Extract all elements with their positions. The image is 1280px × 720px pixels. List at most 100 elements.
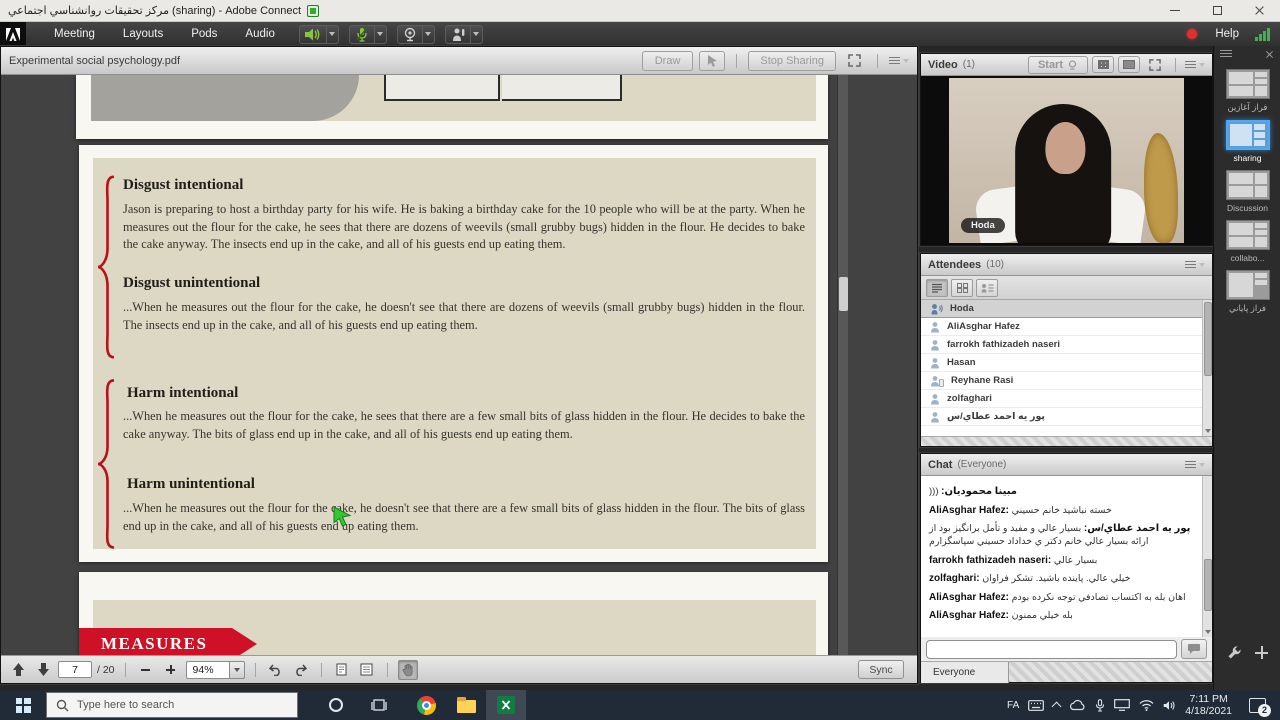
zoom-level-value[interactable]: 94%	[186, 661, 230, 679]
wifi-icon[interactable]	[1139, 700, 1154, 711]
zoom-in-button[interactable]	[161, 660, 181, 680]
taskbar-clock[interactable]: 7:11 PM 4/18/2021	[1185, 693, 1232, 717]
layout-item-collaboration[interactable]: collabo...	[1214, 220, 1280, 263]
redo-icon	[294, 664, 307, 676]
attendee-row[interactable]: farrokh fathizadeh naseri	[921, 336, 1212, 354]
onedrive-icon[interactable]	[1069, 699, 1086, 711]
webcam-video: Hoda	[949, 78, 1184, 243]
volume-icon[interactable]	[1163, 700, 1176, 711]
chat-pod-menu-button[interactable]	[1185, 461, 1205, 468]
start-button[interactable]	[0, 690, 46, 720]
chrome-taskbar-button[interactable]	[406, 690, 446, 720]
filmstrip-view-button[interactable]	[1118, 56, 1140, 73]
raise-hand-dropdown[interactable]	[471, 25, 483, 44]
tray-microphone-icon[interactable]	[1095, 699, 1105, 712]
webcam-button[interactable]	[397, 25, 423, 44]
next-page-button[interactable]	[33, 660, 53, 680]
rotate-right-button[interactable]	[291, 660, 311, 680]
close-button[interactable]	[1238, 0, 1280, 22]
zoom-dropdown[interactable]	[230, 661, 245, 679]
speaker-button[interactable]	[299, 25, 327, 44]
attendee-row[interactable]: AliAsghar Hafez	[921, 318, 1212, 336]
start-webcam-button[interactable]: Start	[1028, 56, 1088, 74]
attendee-row[interactable]: Hoda	[921, 300, 1212, 318]
add-layout-icon[interactable]	[1255, 646, 1268, 659]
grid-view-button[interactable]	[1092, 56, 1114, 73]
layout-item-discussion[interactable]: Discussion	[1214, 170, 1280, 213]
pointer-button[interactable]	[699, 51, 725, 71]
menu-layouts[interactable]: Layouts	[109, 28, 177, 40]
menu-help[interactable]: Help	[1215, 28, 1239, 40]
video-feed[interactable]: Hoda	[921, 76, 1212, 245]
previous-page-button[interactable]	[8, 660, 28, 680]
attendees-scrollbar-thumb[interactable]	[1204, 302, 1212, 376]
scroll-down-arrow[interactable]	[1205, 630, 1211, 634]
chat-scrollbar-thumb[interactable]	[1204, 559, 1212, 611]
speaker-dropdown[interactable]	[327, 25, 339, 44]
app-icon	[307, 5, 319, 17]
single-page-view-button[interactable]	[332, 660, 352, 680]
stop-sharing-button[interactable]: Stop Sharing	[748, 51, 836, 71]
page-number-input[interactable]	[58, 661, 92, 678]
microphone-dropdown[interactable]	[375, 25, 387, 44]
pan-tool-button[interactable]	[398, 660, 418, 680]
fullscreen-button[interactable]	[842, 51, 866, 71]
taskbar-search[interactable]: Type here to search	[46, 692, 298, 718]
document-scrollbar[interactable]	[837, 75, 848, 657]
layout-item-opening[interactable]: فراز آغازين	[1214, 69, 1280, 113]
scroll-down-arrow[interactable]	[1205, 429, 1211, 433]
attendee-status-view-button[interactable]	[976, 279, 998, 297]
tab-everyone[interactable]: Everyone	[921, 662, 1009, 683]
participant-icon	[930, 393, 940, 405]
connection-status-icon[interactable]	[1255, 28, 1270, 41]
cortana-button[interactable]	[314, 690, 358, 720]
video-fullscreen-button[interactable]	[1144, 56, 1166, 73]
attendee-row[interactable]: پور يه احمد عطاي/س	[921, 408, 1212, 426]
layout-item-sharing[interactable]: sharing	[1214, 120, 1280, 163]
raise-hand-button[interactable]	[445, 25, 471, 44]
document-scrollbar-thumb[interactable]	[839, 277, 848, 311]
sync-button[interactable]: Sync	[858, 660, 904, 679]
layout-item-closing[interactable]: فراز پاياني	[1214, 270, 1280, 314]
video-pod-menu-button[interactable]	[1185, 61, 1205, 68]
display-cast-icon[interactable]	[1114, 699, 1130, 711]
file-explorer-taskbar-button[interactable]	[446, 690, 486, 720]
share-pod-menu-button[interactable]	[889, 57, 909, 64]
attendees-resize-handle[interactable]	[921, 436, 1212, 446]
attendee-list-view-button[interactable]	[926, 279, 948, 297]
wrench-icon[interactable]	[1227, 645, 1242, 660]
menu-meeting[interactable]: Meeting	[40, 28, 109, 40]
page-width-view-button[interactable]	[357, 660, 377, 680]
maximize-button[interactable]	[1196, 0, 1238, 22]
webcam-dropdown[interactable]	[423, 25, 435, 44]
chat-input[interactable]	[926, 640, 1177, 659]
rotate-left-button[interactable]	[266, 660, 286, 680]
language-indicator[interactable]: FA	[1007, 700, 1019, 711]
windows-taskbar: Type here to search FA 7:11 PM 4/18/2021…	[0, 690, 1280, 720]
raise-hand-icon	[450, 27, 466, 42]
microphone-button[interactable]	[349, 25, 375, 44]
chat-scrollbar[interactable]	[1202, 476, 1212, 637]
attendee-row[interactable]: zolfaghari	[921, 390, 1212, 408]
document-view[interactable]: Disgust intentional Jason is preparing t…	[1, 75, 917, 657]
layouts-menu-icon[interactable]	[1220, 50, 1232, 58]
attendee-row[interactable]: Hasan	[921, 354, 1212, 372]
down-arrow-icon	[38, 663, 49, 676]
layouts-close-icon[interactable]	[1265, 50, 1274, 59]
menu-audio[interactable]: Audio	[231, 28, 288, 40]
attendees-scrollbar[interactable]	[1202, 300, 1212, 436]
keyboard-icon[interactable]	[1028, 700, 1044, 711]
attendees-pod-menu-button[interactable]	[1185, 261, 1205, 268]
shared-document-title: Experimental social psychology.pdf	[9, 55, 180, 67]
tray-expand-icon[interactable]	[1052, 702, 1062, 712]
menu-pods[interactable]: Pods	[177, 28, 231, 40]
attendee-grid-view-button[interactable]	[951, 279, 973, 297]
action-center-button[interactable]: 2	[1249, 698, 1266, 713]
zoom-out-button[interactable]	[136, 660, 156, 680]
send-message-button[interactable]	[1181, 639, 1207, 659]
draw-button[interactable]: Draw	[642, 51, 694, 71]
excel-taskbar-button[interactable]	[486, 690, 526, 720]
task-view-button[interactable]	[358, 690, 400, 720]
minimize-button[interactable]	[1154, 0, 1196, 22]
attendee-row[interactable]: Reyhane Rasi	[921, 372, 1212, 390]
